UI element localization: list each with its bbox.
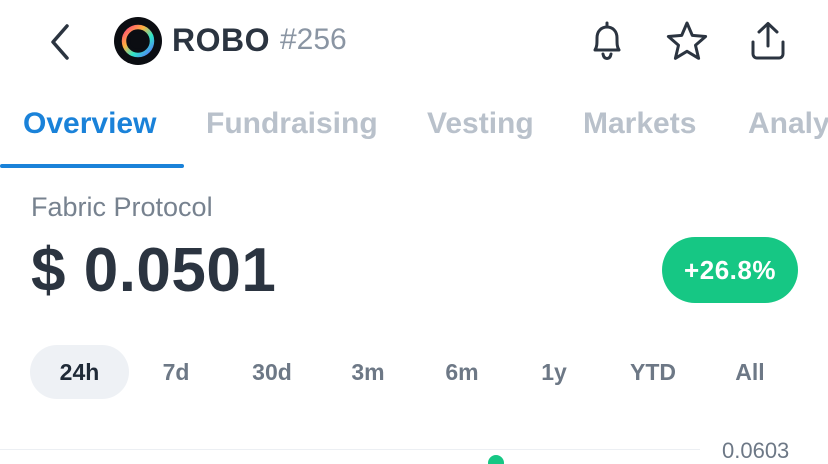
time-range-selector: 24h 7d 30d 3m 6m 1y YTD All [0,345,828,399]
fabric-protocol-logo-icon [114,17,162,65]
tab-overview[interactable]: Overview [23,104,156,144]
chart-gridline [0,449,700,450]
tab-bar: Overview Fundraising Vesting Markets Ana… [0,96,828,170]
chart-y-axis-max-label: 0.0603 [722,438,790,463]
chart-peak-point [488,455,504,464]
range-3m[interactable]: 3m [330,345,406,399]
share-icon[interactable] [745,18,791,64]
bell-icon[interactable] [584,18,630,64]
range-30d[interactable]: 30d [232,345,312,399]
back-chevron-icon[interactable] [38,20,82,64]
coin-detail-screen: ROBO #256 Overview Fundraising Vesting M… [0,0,828,464]
coin-price: $ 0.0501 [31,236,277,305]
range-24h[interactable]: 24h [30,345,129,399]
header: ROBO #256 [0,0,828,82]
price-change-badge: +26.8% [662,237,798,303]
tab-markets[interactable]: Markets [583,104,696,144]
range-7d[interactable]: 7d [138,345,214,399]
coin-symbol: ROBO [172,22,270,58]
coin-rank: #256 [280,23,347,56]
range-1y[interactable]: 1y [516,345,592,399]
tab-fundraising[interactable]: Fundraising [206,104,378,144]
range-ytd[interactable]: YTD [612,345,694,399]
star-icon[interactable] [664,18,710,64]
tab-vesting[interactable]: Vesting [427,104,534,144]
active-tab-indicator [0,164,184,168]
tab-analytics[interactable]: Analy [748,104,828,144]
range-all[interactable]: All [712,345,788,399]
coin-name: Fabric Protocol [31,192,213,222]
range-6m[interactable]: 6m [424,345,500,399]
